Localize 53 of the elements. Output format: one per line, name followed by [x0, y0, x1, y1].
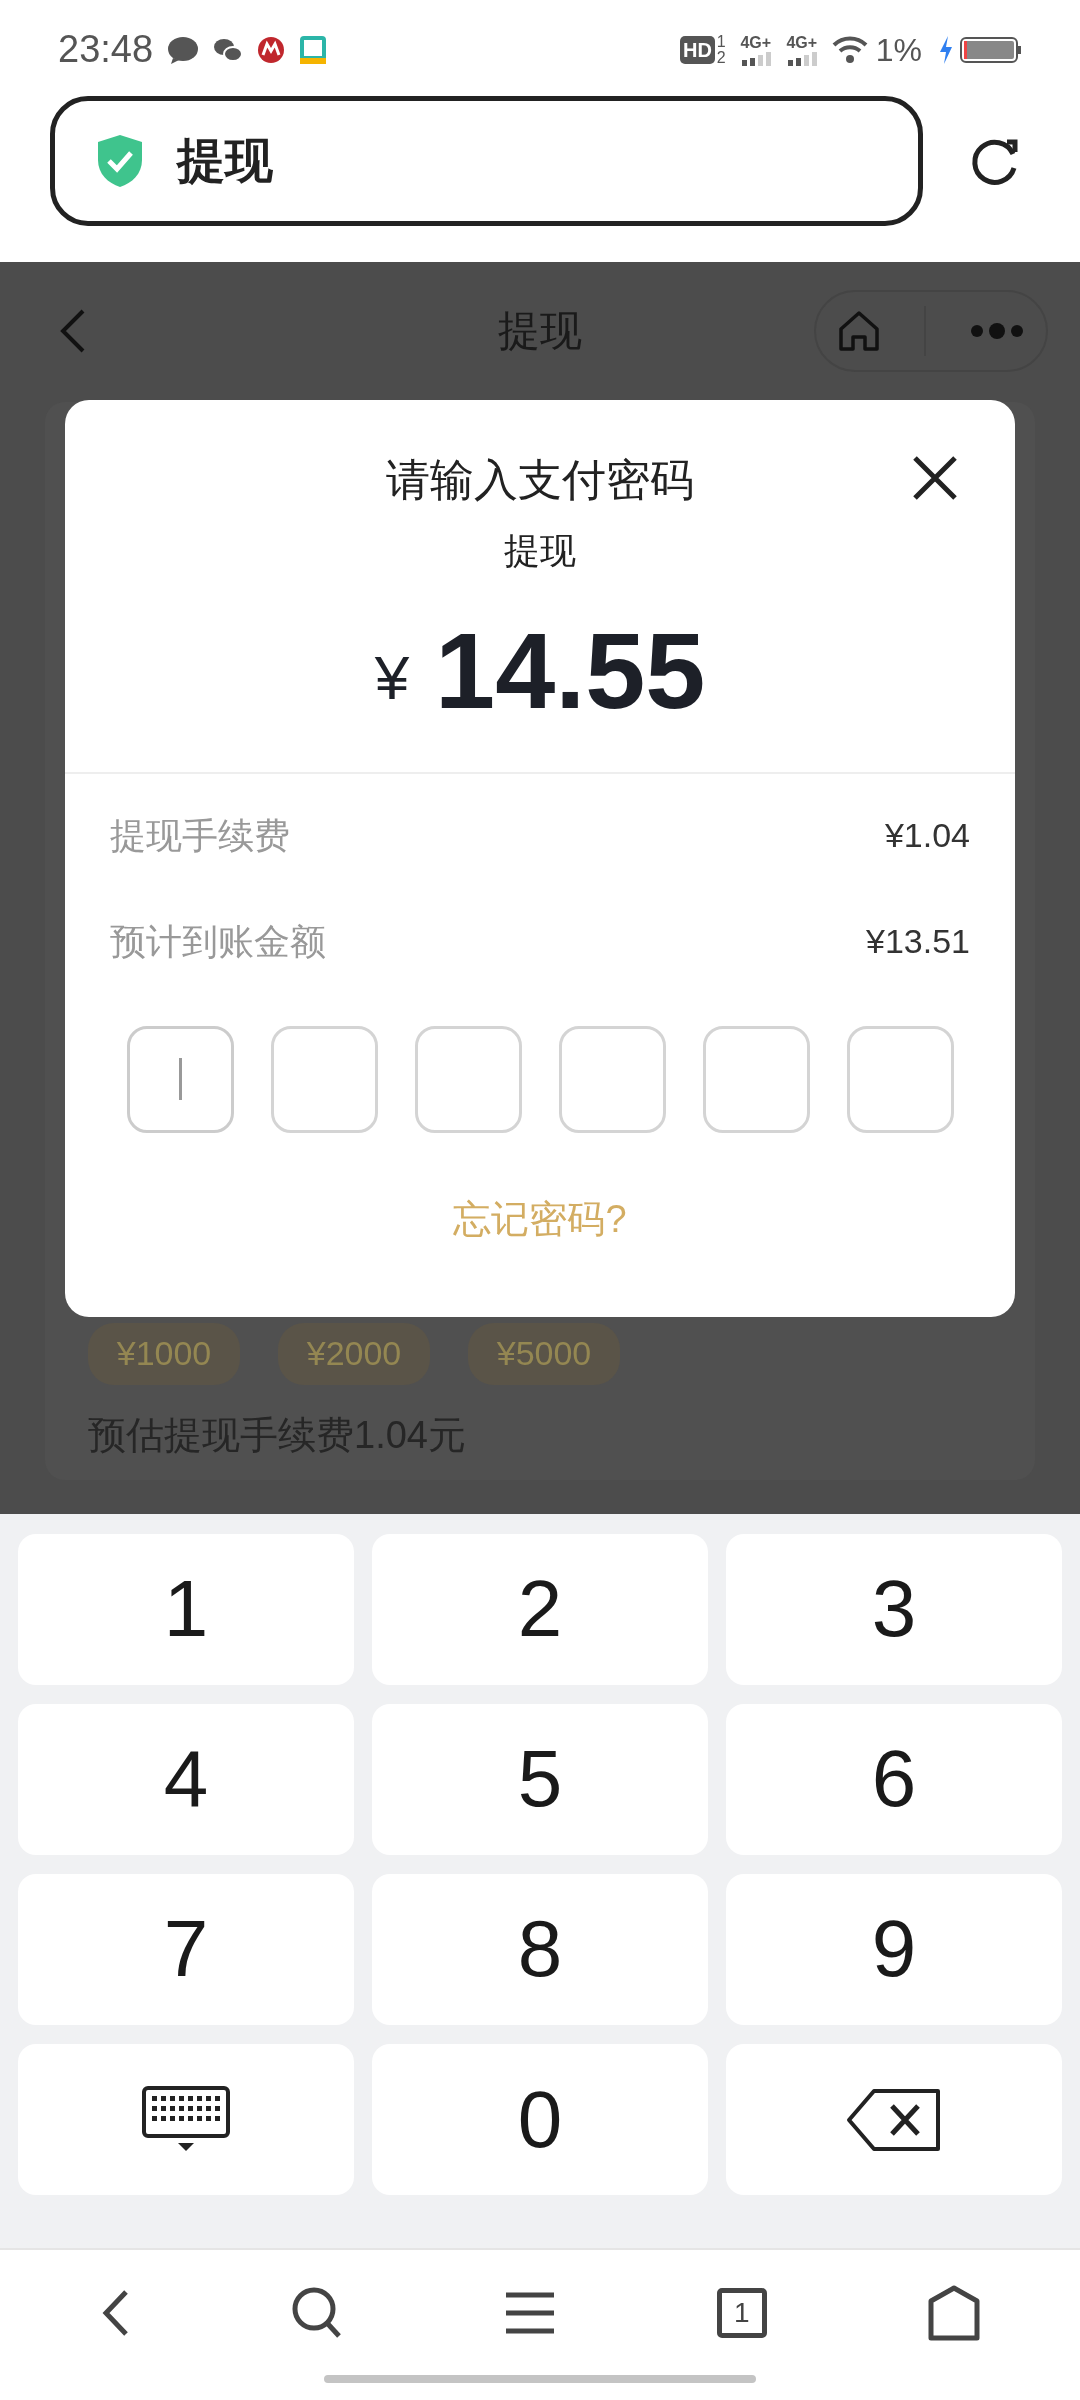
- digit-key[interactable]: 4: [18, 1703, 354, 1855]
- digit-key[interactable]: 7: [18, 1873, 354, 2025]
- close-icon: [912, 454, 958, 501]
- text-cursor: [178, 1058, 182, 1101]
- digit-key[interactable]: 9: [726, 1873, 1062, 2025]
- chat-icon: [213, 36, 244, 63]
- hd-badge: HD: [679, 35, 715, 64]
- row-label: 预计到账金额: [110, 919, 326, 964]
- sim-number: 2: [716, 49, 726, 66]
- digit-key[interactable]: 8: [372, 1873, 708, 2025]
- signal-icon: [785, 51, 818, 66]
- delete-key[interactable]: [726, 2044, 1062, 2196]
- amount: 14.55: [435, 608, 706, 733]
- address-bar[interactable]: 提现: [50, 95, 923, 226]
- digit-key[interactable]: 3: [726, 1533, 1062, 1685]
- backspace-icon: [846, 2087, 942, 2152]
- logo-icon: [257, 35, 286, 64]
- pin-digit-field[interactable]: [558, 1025, 666, 1133]
- app-icon: [299, 34, 328, 65]
- search-icon[interactable]: [291, 2285, 344, 2340]
- shield-check-icon: [95, 132, 145, 189]
- more-icon[interactable]: [968, 322, 1025, 339]
- menu-icon[interactable]: [504, 2290, 556, 2335]
- pin-digit-field[interactable]: [126, 1025, 234, 1133]
- pin-digit-field[interactable]: [414, 1025, 522, 1133]
- digit-key[interactable]: 5: [372, 1703, 708, 1855]
- battery-icon: [960, 35, 1022, 64]
- network-label: 4G+: [786, 33, 818, 52]
- row-value: ¥1.04: [884, 815, 970, 857]
- dialog-subtitle: 提现: [504, 528, 576, 573]
- signal-icon: [739, 51, 772, 66]
- wifi-icon: [831, 35, 868, 64]
- digit-key[interactable]: 2: [372, 1533, 708, 1685]
- network-label: 4G+: [740, 33, 772, 52]
- page-title: 提现: [177, 132, 273, 189]
- clock: 23:48: [58, 27, 154, 73]
- home-icon[interactable]: [927, 2284, 980, 2341]
- row-value: ¥13.51: [866, 921, 970, 963]
- battery-percent: 1%: [875, 30, 922, 70]
- chat-bubble-icon: [167, 35, 200, 64]
- pin-digit-field[interactable]: [846, 1025, 954, 1133]
- charging-icon: [938, 35, 954, 64]
- currency-symbol: ¥: [374, 641, 410, 714]
- digit-key[interactable]: 0: [372, 2044, 708, 2196]
- sim-number: 1: [716, 33, 726, 50]
- row-label: 提现手续费: [110, 813, 290, 858]
- pin-digit-field[interactable]: [702, 1025, 810, 1133]
- digit-key[interactable]: 6: [726, 1703, 1062, 1855]
- pin-digit-field[interactable]: [270, 1025, 378, 1133]
- hide-keyboard-key[interactable]: [18, 2044, 354, 2196]
- dialog-title: 请输入支付密码: [386, 453, 694, 506]
- digit-key[interactable]: 1: [18, 1533, 354, 1685]
- tabs-button[interactable]: 1: [716, 2287, 767, 2338]
